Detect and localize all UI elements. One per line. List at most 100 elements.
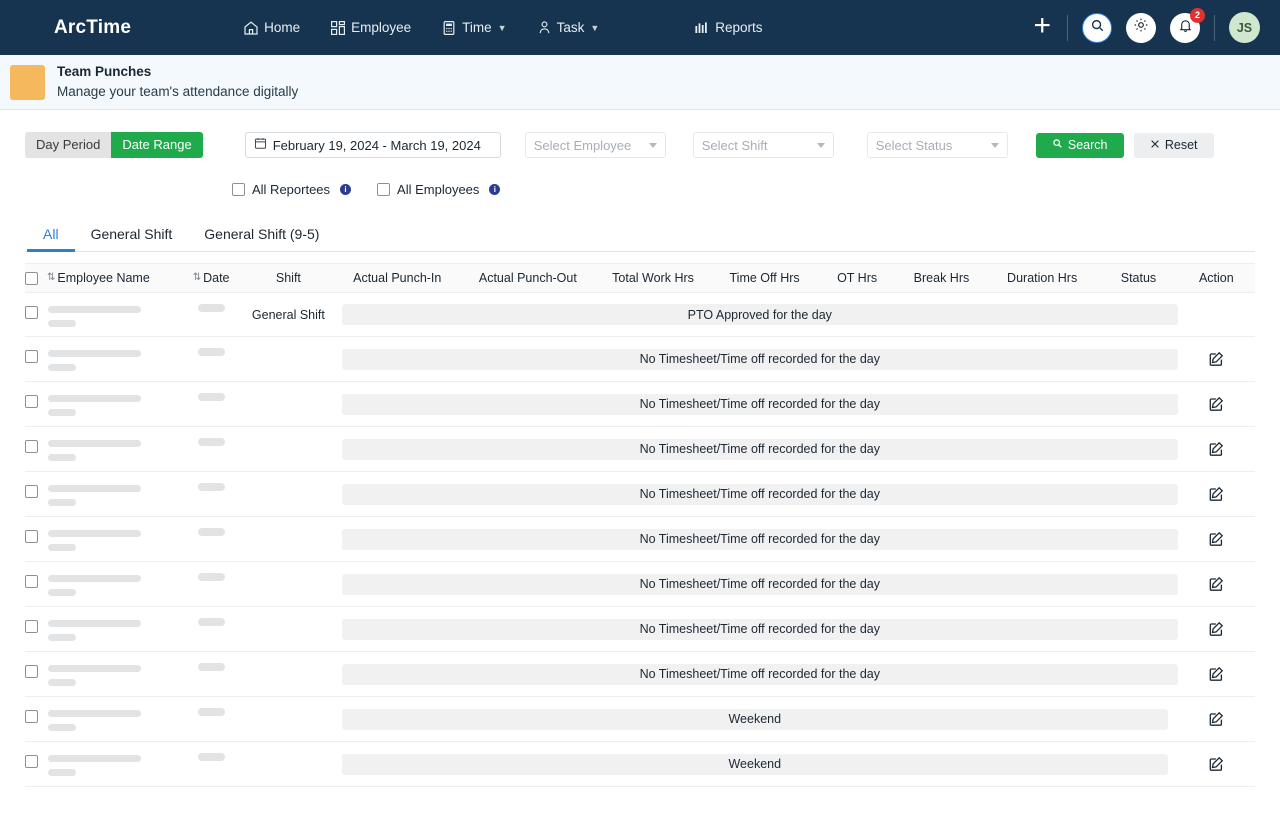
edit-icon[interactable] bbox=[1178, 576, 1255, 592]
shift-select[interactable]: Select Shift bbox=[693, 132, 834, 158]
shift-tabs: All General Shift General Shift (9-5) bbox=[25, 220, 1255, 252]
cell-status-message: No Timesheet/Time off recorded for the d… bbox=[332, 607, 1178, 652]
column-date[interactable]: ⇅ Date bbox=[177, 264, 244, 293]
day-period-option[interactable]: Day Period bbox=[25, 132, 111, 158]
cell-status-message: No Timesheet/Time off recorded for the d… bbox=[332, 472, 1178, 517]
top-navbar: ArcTime Home Employee bbox=[0, 0, 1280, 55]
info-icon[interactable]: i bbox=[340, 184, 351, 195]
cell-date bbox=[177, 427, 244, 472]
close-icon bbox=[1150, 138, 1160, 152]
edit-icon[interactable] bbox=[1178, 486, 1255, 502]
scope-checkbox-row: All Reportees i All Employees i bbox=[25, 182, 1255, 197]
nav-item-reports[interactable]: Reports bbox=[694, 20, 762, 36]
cell-date bbox=[177, 562, 244, 607]
row-checkbox[interactable] bbox=[25, 665, 38, 678]
status-select-placeholder: Select Status bbox=[876, 138, 953, 153]
cell-action bbox=[1178, 472, 1255, 517]
settings-button[interactable] bbox=[1126, 13, 1156, 43]
employee-name-placeholder bbox=[48, 530, 141, 551]
home-icon bbox=[243, 20, 259, 36]
cell-action bbox=[1178, 293, 1255, 337]
nav-item-task[interactable]: Task ▼ bbox=[537, 20, 600, 35]
notification-badge: 2 bbox=[1190, 8, 1205, 23]
edit-icon[interactable] bbox=[1178, 711, 1255, 727]
row-checkbox[interactable] bbox=[25, 440, 38, 453]
edit-icon[interactable] bbox=[1178, 621, 1255, 637]
punches-table: ⇅ Employee Name ⇅ Date Shift Actual Punc… bbox=[25, 263, 1255, 787]
column-break-hrs: Break Hrs bbox=[898, 264, 985, 293]
tab-general-shift-9-5[interactable]: General Shift (9-5) bbox=[188, 220, 335, 251]
cell-status-message: No Timesheet/Time off recorded for the d… bbox=[332, 337, 1178, 382]
cell-action bbox=[1178, 652, 1255, 697]
search-icon bbox=[1090, 18, 1105, 38]
nav-item-employee[interactable]: Employee bbox=[330, 20, 411, 36]
select-all-checkbox[interactable] bbox=[25, 272, 38, 285]
status-message: No Timesheet/Time off recorded for the d… bbox=[342, 574, 1178, 595]
edit-icon[interactable] bbox=[1178, 756, 1255, 772]
employee-name-placeholder bbox=[48, 620, 141, 641]
edit-icon[interactable] bbox=[1178, 441, 1255, 457]
cell-employee-name bbox=[25, 607, 177, 652]
row-checkbox[interactable] bbox=[25, 620, 38, 633]
notifications-button[interactable]: 2 bbox=[1170, 13, 1200, 43]
search-button[interactable] bbox=[1082, 13, 1112, 43]
row-checkbox[interactable] bbox=[25, 530, 38, 543]
grid-icon bbox=[330, 20, 346, 36]
cell-date bbox=[177, 337, 244, 382]
tab-all[interactable]: All bbox=[27, 220, 75, 251]
person-icon bbox=[537, 20, 552, 35]
column-employee-name[interactable]: ⇅ Employee Name bbox=[25, 264, 177, 293]
row-checkbox[interactable] bbox=[25, 395, 38, 408]
sort-icon: ⇅ bbox=[193, 273, 199, 283]
filter-toolbar: Day Period Date Range February 19, 2024 … bbox=[25, 110, 1255, 158]
nav-label-reports: Reports bbox=[715, 20, 762, 35]
cell-status-message: No Timesheet/Time off recorded for the d… bbox=[332, 652, 1178, 697]
employee-select[interactable]: Select Employee bbox=[525, 132, 666, 158]
add-button[interactable]: + bbox=[1031, 11, 1053, 45]
row-checkbox[interactable] bbox=[25, 306, 38, 319]
edit-icon[interactable] bbox=[1178, 666, 1255, 682]
row-checkbox[interactable] bbox=[25, 755, 38, 768]
employee-name-placeholder bbox=[48, 306, 141, 327]
column-duration-hrs: Duration Hrs bbox=[985, 264, 1099, 293]
bell-icon bbox=[1178, 18, 1193, 38]
all-reportees-checkbox[interactable]: All Reportees i bbox=[232, 182, 351, 197]
search-button[interactable]: Search bbox=[1036, 133, 1124, 158]
shift-select-placeholder: Select Shift bbox=[702, 138, 768, 153]
edit-icon[interactable] bbox=[1178, 351, 1255, 367]
table-row: General ShiftPTO Approved for the day bbox=[25, 293, 1255, 337]
date-placeholder bbox=[198, 304, 225, 312]
date-range-option[interactable]: Date Range bbox=[111, 132, 202, 158]
row-checkbox[interactable] bbox=[25, 710, 38, 723]
page-header-text: Team Punches Manage your team's attendan… bbox=[57, 62, 298, 101]
row-checkbox[interactable] bbox=[25, 575, 38, 588]
edit-icon[interactable] bbox=[1178, 396, 1255, 412]
all-reportees-label: All Reportees bbox=[252, 182, 330, 197]
row-checkbox[interactable] bbox=[25, 350, 38, 363]
avatar[interactable]: JS bbox=[1229, 12, 1260, 43]
all-employees-checkbox[interactable]: All Employees i bbox=[377, 182, 500, 197]
row-checkbox[interactable] bbox=[25, 485, 38, 498]
status-message: No Timesheet/Time off recorded for the d… bbox=[342, 484, 1178, 505]
info-icon[interactable]: i bbox=[489, 184, 500, 195]
page-subtitle: Manage your team's attendance digitally bbox=[57, 82, 298, 102]
nav-label-home: Home bbox=[264, 20, 300, 35]
date-placeholder bbox=[198, 438, 225, 446]
cell-date bbox=[177, 472, 244, 517]
table-row: No Timesheet/Time off recorded for the d… bbox=[25, 427, 1255, 472]
shift-value: General Shift bbox=[245, 308, 332, 322]
status-select[interactable]: Select Status bbox=[867, 132, 1008, 158]
checkbox-box[interactable] bbox=[377, 183, 390, 196]
cell-shift bbox=[245, 517, 332, 562]
chevron-down-icon bbox=[991, 143, 999, 148]
reset-button[interactable]: Reset bbox=[1134, 133, 1214, 158]
nav-item-home[interactable]: Home bbox=[243, 20, 300, 36]
tab-general-shift[interactable]: General Shift bbox=[75, 220, 189, 251]
column-actual-punch-in: Actual Punch-In bbox=[332, 264, 463, 293]
all-employees-label: All Employees bbox=[397, 182, 479, 197]
cell-employee-name bbox=[25, 697, 177, 742]
nav-item-time[interactable]: Time ▼ bbox=[441, 20, 506, 36]
checkbox-box[interactable] bbox=[232, 183, 245, 196]
date-range-input[interactable]: February 19, 2024 - March 19, 2024 bbox=[245, 132, 501, 158]
edit-icon[interactable] bbox=[1178, 531, 1255, 547]
